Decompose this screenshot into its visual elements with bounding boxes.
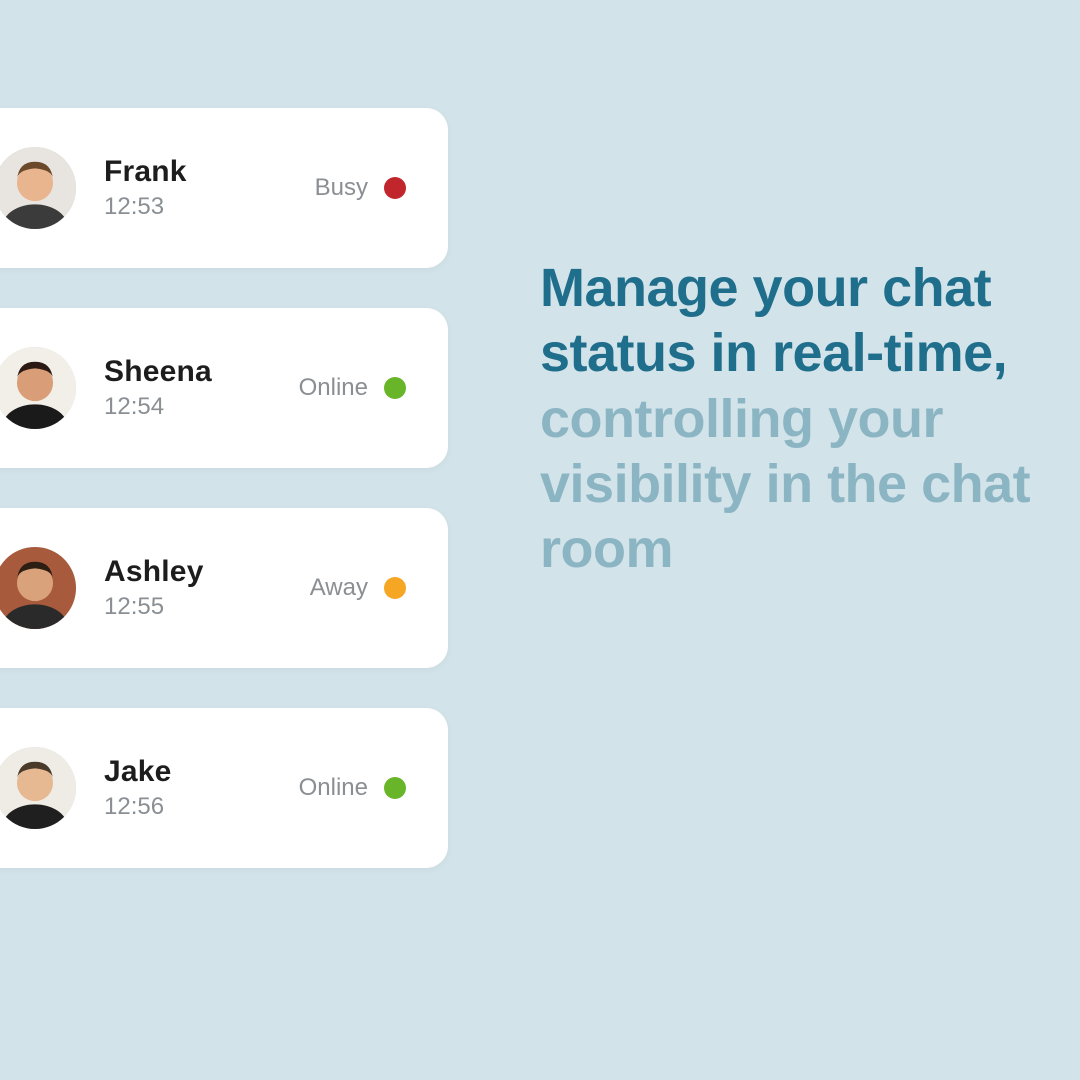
headline: Manage your chat status in real-time, co…	[540, 256, 1040, 583]
user-card[interactable]: Sheena 12:54 Online	[0, 308, 448, 468]
user-card[interactable]: Frank 12:53 Busy	[0, 108, 448, 268]
avatar	[0, 147, 76, 229]
user-name: Ashley	[104, 555, 310, 589]
user-name: Jake	[104, 755, 299, 789]
status-label: Busy	[315, 174, 368, 202]
status: Online	[299, 374, 406, 402]
user-time: 12:54	[104, 393, 299, 421]
user-time: 12:53	[104, 193, 315, 221]
user-info: Frank 12:53	[104, 155, 315, 221]
status-dot-icon	[384, 377, 406, 399]
headline-secondary: controlling your visibility in the chat …	[540, 389, 1030, 580]
user-time: 12:56	[104, 793, 299, 821]
status-label: Online	[299, 774, 368, 802]
user-time: 12:55	[104, 593, 310, 621]
user-name: Frank	[104, 155, 315, 189]
headline-primary: Manage your chat status in real-time,	[540, 258, 1007, 383]
status: Away	[310, 574, 406, 602]
avatar	[0, 347, 76, 429]
status: Online	[299, 774, 406, 802]
user-card[interactable]: Ashley 12:55 Away	[0, 508, 448, 668]
status-label: Online	[299, 374, 368, 402]
status-dot-icon	[384, 177, 406, 199]
user-info: Jake 12:56	[104, 755, 299, 821]
user-card[interactable]: Jake 12:56 Online	[0, 708, 448, 868]
user-name: Sheena	[104, 355, 299, 389]
avatar	[0, 747, 76, 829]
status-label: Away	[310, 574, 368, 602]
status-dot-icon	[384, 577, 406, 599]
avatar	[0, 547, 76, 629]
user-info: Sheena 12:54	[104, 355, 299, 421]
user-card-list: Frank 12:53 Busy Sheena 12:54 Online Ash	[0, 108, 448, 868]
status-dot-icon	[384, 777, 406, 799]
status: Busy	[315, 174, 406, 202]
user-info: Ashley 12:55	[104, 555, 310, 621]
